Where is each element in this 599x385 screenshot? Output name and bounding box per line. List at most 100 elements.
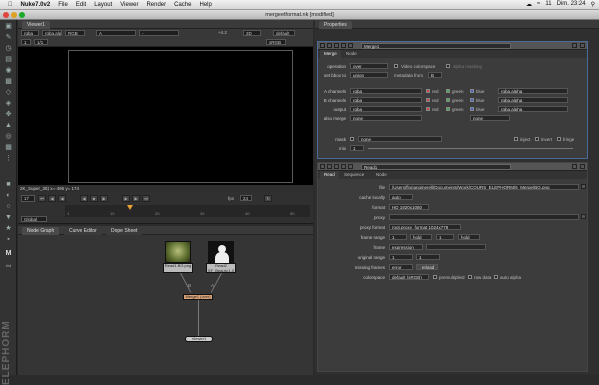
frame-expression-field[interactable]	[426, 244, 486, 250]
menu-edit[interactable]: Edit	[76, 2, 86, 8]
menu-help[interactable]: Help	[199, 2, 211, 8]
metadata-tool-icon[interactable]: ▦	[3, 143, 14, 152]
global-range-dropdown[interactable]: Global	[21, 216, 47, 222]
first-frame-button[interactable]: ◀	[48, 195, 56, 202]
collapse-icon[interactable]	[320, 43, 325, 48]
a-blue-checkbox[interactable]	[470, 89, 474, 93]
merge-tool-icon[interactable]: ◈	[3, 99, 14, 108]
out-green-checkbox[interactable]	[446, 107, 450, 111]
wifi-icon[interactable]: ≈	[537, 1, 540, 8]
mix-field[interactable]: 1	[350, 145, 364, 151]
frame-range-before-mode[interactable]: hold	[410, 234, 432, 240]
colorspace-dropdown[interactable]: default (sRGB)	[389, 274, 429, 280]
time-tool-icon[interactable]: ◷	[3, 44, 14, 53]
frame-range-start[interactable]: 1	[389, 234, 407, 240]
b-channels-dropdown[interactable]: rgba	[350, 97, 422, 103]
keyer-tool-icon[interactable]: ◇	[3, 88, 14, 97]
viewer1-node[interactable]: Viewer1	[185, 336, 213, 342]
image-tool-icon[interactable]: ▣	[3, 22, 14, 31]
collapse-icon[interactable]	[320, 164, 325, 169]
raw-data-checkbox[interactable]	[468, 275, 472, 279]
node-graph-canvas[interactable]: Read1 BG.png Read2 SF_Beauty.1.0 B A Mer…	[18, 235, 313, 375]
missing-frames-dropdown[interactable]: error	[389, 264, 413, 270]
channels-dropdown[interactable]: rgba	[21, 30, 39, 36]
merge-node-name[interactable]: Merge1	[361, 43, 511, 49]
output-dropdown[interactable]: rgba	[350, 106, 422, 112]
node-color-icon[interactable]	[334, 43, 339, 48]
tab-dope-sheet[interactable]: Dope Sheet	[106, 227, 143, 235]
folder-icon[interactable]	[581, 214, 586, 219]
input-b-dropdown[interactable]: -	[139, 30, 179, 36]
redo-icon[interactable]	[348, 43, 353, 48]
menu-cache[interactable]: Cache	[174, 2, 191, 8]
timeline-ruler[interactable]: 1 10 20 30 40 50	[65, 205, 310, 217]
ratio-field[interactable]: 1/1	[34, 39, 48, 45]
prev-key-button[interactable]: ⏮	[38, 195, 46, 202]
folder-icon[interactable]	[581, 184, 586, 189]
read1-thumbnail[interactable]	[165, 241, 191, 263]
read2-thumbnail[interactable]	[208, 241, 234, 263]
filter-tool-icon[interactable]: ▩	[3, 77, 14, 86]
fps-field[interactable]: 24	[240, 195, 252, 201]
float-icon[interactable]	[327, 43, 332, 48]
lut-dropdown[interactable]: sRGB	[266, 39, 286, 45]
next-key-button[interactable]: ⏭	[142, 195, 150, 202]
out-alpha-dropdown[interactable]: rgba.alpha	[498, 106, 568, 112]
close-window-button[interactable]	[3, 12, 9, 18]
play-back-button[interactable]: ◀	[80, 195, 88, 202]
alpha-masking-checkbox[interactable]	[446, 64, 450, 68]
b-alpha-dropdown[interactable]: rgba.alpha	[498, 97, 568, 103]
tab-node[interactable]: Node	[372, 171, 391, 179]
tab-merge[interactable]: Merge	[320, 50, 341, 58]
step-back-button[interactable]: ◀	[58, 195, 66, 202]
mask-dropdown[interactable]: none	[358, 136, 442, 142]
particles-tool-icon[interactable]: ⋮	[3, 154, 14, 163]
last-frame-button[interactable]: ▶	[132, 195, 140, 202]
colorspace-dropdown[interactable]: RGB	[65, 30, 85, 36]
invert-checkbox[interactable]	[535, 137, 539, 141]
status-icon[interactable]: ☁	[526, 1, 532, 8]
read2-node[interactable]: Read2 SF_Beauty.1.0	[206, 263, 236, 273]
menu-layout[interactable]: Layout	[94, 2, 112, 8]
alpha-dropdown[interactable]: rgba.alpha	[42, 30, 62, 36]
format-dropdown[interactable]: HD 1920x1080	[389, 204, 429, 210]
color-tool-icon[interactable]: ◉	[3, 66, 14, 75]
cache-dropdown[interactable]: auto	[389, 194, 413, 200]
proxy-format-dropdown[interactable]: root.proxy_format 1024x778	[389, 224, 461, 230]
b-red-checkbox[interactable]	[426, 98, 430, 102]
a-red-checkbox[interactable]	[426, 89, 430, 93]
video-colorspace-checkbox[interactable]	[394, 64, 398, 68]
mix-slider[interactable]	[368, 148, 573, 149]
input-a-dropdown[interactable]: A	[96, 30, 136, 36]
auto-alpha-checkbox[interactable]	[494, 275, 498, 279]
draw-tool-icon[interactable]: ✎	[3, 33, 14, 42]
menu-viewer[interactable]: Viewer	[120, 2, 138, 8]
tab-viewer1[interactable]: Viewer1	[22, 21, 50, 29]
views-tool-icon[interactable]: ◎	[3, 132, 14, 141]
undo-icon[interactable]	[341, 164, 346, 169]
minimize-window-button[interactable]	[11, 12, 17, 18]
b-blue-checkbox[interactable]	[470, 98, 474, 102]
out-red-checkbox[interactable]	[426, 107, 430, 111]
transform-tool-icon[interactable]: ✥	[3, 110, 14, 119]
operation-dropdown[interactable]: over	[350, 63, 388, 69]
menu-app-name[interactable]: Nuke7.0v2	[21, 2, 51, 8]
bbox-dropdown[interactable]: union	[350, 72, 388, 78]
out-blue-checkbox[interactable]	[470, 107, 474, 111]
furnace-tool-icon[interactable]: ◐	[3, 191, 14, 200]
tab-sequence[interactable]: Sequence	[340, 171, 368, 179]
menu-file[interactable]: File	[58, 2, 68, 8]
fringe-checkbox[interactable]	[557, 137, 561, 141]
help-icon[interactable]	[572, 43, 577, 48]
inject-checkbox[interactable]	[514, 137, 518, 141]
a-channels-dropdown[interactable]: rgba	[350, 88, 422, 94]
favorites-tool-icon[interactable]: ★	[3, 224, 14, 233]
b-green-checkbox[interactable]	[446, 98, 450, 102]
original-end-field[interactable]: 1	[416, 254, 440, 260]
also-merge-b-dropdown[interactable]: none	[470, 115, 510, 121]
toolsets-tool-icon[interactable]: ▼	[3, 213, 14, 222]
tab-node-graph[interactable]: Node Graph	[22, 227, 60, 235]
reload-button[interactable]: reload	[416, 264, 438, 270]
mode-dropdown[interactable]: 2D	[243, 30, 261, 36]
gizmo-tool-icon[interactable]: ▪	[3, 235, 14, 244]
